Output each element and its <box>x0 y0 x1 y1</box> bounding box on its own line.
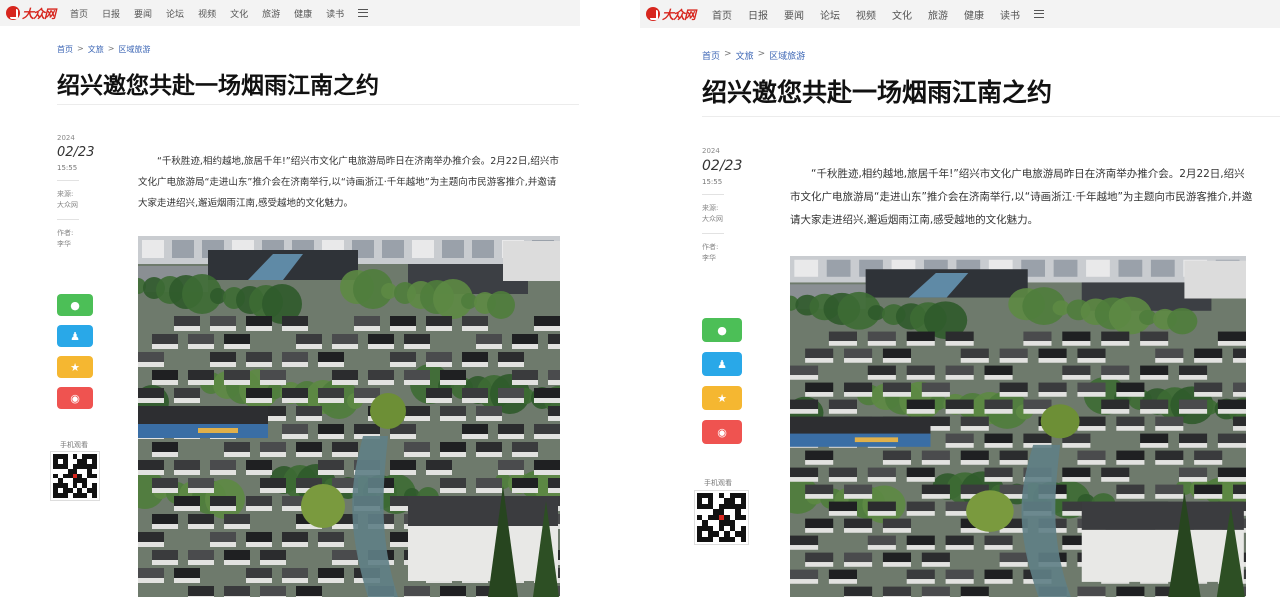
meta-divider <box>702 194 724 195</box>
page-title: 绍兴邀您共赴一场烟雨江南之约 <box>57 73 379 99</box>
shaoxing-aerial-photo <box>138 236 560 597</box>
favorite-button[interactable]: ★ <box>57 356 93 378</box>
favorite-button[interactable]: ★ <box>702 386 742 410</box>
qr-code <box>694 490 749 545</box>
breadcrumb-home[interactable]: 首页 <box>702 49 720 62</box>
screenshot-stage: 大众网 首页 日报 要闻 论坛 视频 文化 旅游 健康 读书 首页 > 文旅 >… <box>0 0 1280 597</box>
logo-text: 大众网 <box>662 7 696 22</box>
site-logo[interactable]: 大众网 <box>646 6 696 23</box>
breadcrumb-subsection[interactable]: 区域旅游 <box>769 49 805 62</box>
meta-divider <box>57 219 79 220</box>
share-weibo-button[interactable]: ◉ <box>702 420 742 444</box>
share-qq-button[interactable]: ♟ <box>702 352 742 376</box>
source-label: 来源: <box>702 204 719 212</box>
meta-divider <box>702 233 724 234</box>
logo-mark-icon <box>6 6 20 20</box>
nav-item-news[interactable]: 要闻 <box>784 7 804 22</box>
logo-mark-icon <box>646 7 660 21</box>
qr-code <box>50 451 100 501</box>
weibo-icon: ◉ <box>717 425 727 439</box>
nav-item-reading[interactable]: 读书 <box>1000 7 1020 22</box>
nav-item-forum[interactable]: 论坛 <box>166 7 184 20</box>
nav-item-home[interactable]: 首页 <box>712 7 732 22</box>
breadcrumb-section[interactable]: 文旅 <box>88 44 104 55</box>
weibo-icon: ◉ <box>70 391 80 405</box>
share-weibo-button[interactable]: ◉ <box>57 387 93 409</box>
author-name: 李华 <box>57 240 71 248</box>
shaoxing-aerial-photo <box>790 256 1246 597</box>
nav-item-video[interactable]: 视频 <box>856 7 876 22</box>
menu-icon[interactable] <box>1034 10 1044 18</box>
author-label: 作者: <box>702 243 719 251</box>
publish-date: 02/23 <box>57 145 95 160</box>
nav-item-culture[interactable]: 文化 <box>230 7 248 20</box>
share-wechat-button[interactable]: ● <box>702 318 742 342</box>
site-logo[interactable]: 大众网 <box>6 5 56 22</box>
article-paragraph: “千秋胜迹,相约越地,旅居千年!”绍兴市文化广电旅游局昨日在济南举办推介会。2月… <box>790 168 1253 226</box>
share-bar: ● ♟ ★ ◉ <box>57 294 93 409</box>
nav-item-video[interactable]: 视频 <box>198 7 216 20</box>
article-body: “千秋胜迹,相约越地,旅居千年!”绍兴市文化广电旅游局昨日在济南举办推介会。2月… <box>138 151 560 214</box>
article-meta: 2024 02/23 15:55 来源: 大众网 作者: 李华 <box>702 147 742 264</box>
publish-year: 2024 <box>57 134 75 142</box>
star-icon: ★ <box>717 391 727 405</box>
menu-icon[interactable] <box>358 9 369 17</box>
nav-item-health[interactable]: 健康 <box>964 7 984 22</box>
nav-item-daily[interactable]: 日报 <box>748 7 768 22</box>
publish-time: 15:55 <box>57 164 78 172</box>
publish-year: 2024 <box>702 147 720 155</box>
share-qq-button[interactable]: ♟ <box>57 325 93 347</box>
article-body: “千秋胜迹,相约越地,旅居千年!”绍兴市文化广电旅游局昨日在济南举办推介会。2月… <box>790 163 1255 232</box>
qq-icon: ♟ <box>70 329 80 343</box>
nav-items: 首页 日报 要闻 论坛 视频 文化 旅游 健康 读书 <box>56 7 369 20</box>
article-photo <box>138 236 560 597</box>
nav-item-travel[interactable]: 旅游 <box>928 7 948 22</box>
source-label: 来源: <box>57 190 74 198</box>
article-view-right: 大众网 首页 日报 要闻 论坛 视频 文化 旅游 健康 读书 首页 > 文旅 >… <box>640 0 1280 597</box>
breadcrumb-home[interactable]: 首页 <box>57 44 73 55</box>
page-title: 绍兴邀您共赴一场烟雨江南之约 <box>702 78 1053 107</box>
breadcrumb-separator-icon: > <box>757 49 766 59</box>
wechat-icon: ● <box>717 323 727 337</box>
nav-item-health[interactable]: 健康 <box>294 7 312 20</box>
source-name: 大众网 <box>57 201 78 209</box>
title-divider <box>702 116 1280 117</box>
nav-item-forum[interactable]: 论坛 <box>820 7 840 22</box>
article-paragraph: “千秋胜迹,相约越地,旅居千年!”绍兴市文化广电旅游局昨日在济南举办推介会。2月… <box>138 156 559 209</box>
nav-items: 首页 日报 要闻 论坛 视频 文化 旅游 健康 读书 <box>696 7 1044 22</box>
article-photo <box>790 256 1246 597</box>
top-navigation: 大众网 首页 日报 要闻 论坛 视频 文化 旅游 健康 读书 <box>640 0 1280 28</box>
breadcrumb-separator-icon: > <box>107 44 115 53</box>
qq-icon: ♟ <box>717 357 727 371</box>
breadcrumb-section[interactable]: 文旅 <box>736 49 754 62</box>
share-bar: ● ♟ ★ ◉ <box>702 318 742 444</box>
nav-item-news[interactable]: 要闻 <box>134 7 152 20</box>
author-label: 作者: <box>57 229 74 237</box>
breadcrumb-separator-icon: > <box>724 49 732 59</box>
top-navigation: 大众网 首页 日报 要闻 论坛 视频 文化 旅游 健康 读书 <box>0 0 580 26</box>
article-meta: 2024 02/23 15:55 来源: 大众网 作者: 李华 <box>57 134 97 250</box>
author-name: 李华 <box>702 254 716 262</box>
publish-date: 02/23 <box>702 158 743 174</box>
breadcrumb: 首页 > 文旅 > 区域旅游 <box>702 49 805 62</box>
qr-label: 手机观看 <box>704 479 732 487</box>
nav-item-home[interactable]: 首页 <box>70 7 88 20</box>
share-wechat-button[interactable]: ● <box>57 294 93 316</box>
star-icon: ★ <box>70 360 80 374</box>
breadcrumb: 首页 > 文旅 > 区域旅游 <box>57 44 150 55</box>
breadcrumb-separator-icon: > <box>77 44 84 53</box>
wechat-icon: ● <box>70 298 80 312</box>
nav-item-travel[interactable]: 旅游 <box>262 7 280 20</box>
nav-item-reading[interactable]: 读书 <box>326 7 344 20</box>
meta-divider <box>57 180 79 181</box>
qr-label: 手机观看 <box>60 441 88 449</box>
nav-item-culture[interactable]: 文化 <box>892 7 912 22</box>
article-view-left: 大众网 首页 日报 要闻 论坛 视频 文化 旅游 健康 读书 首页 > 文旅 >… <box>0 0 590 597</box>
breadcrumb-subsection[interactable]: 区域旅游 <box>118 44 150 55</box>
title-divider <box>57 104 579 105</box>
source-name: 大众网 <box>702 215 723 223</box>
publish-time: 15:55 <box>702 178 723 186</box>
nav-item-daily[interactable]: 日报 <box>102 7 120 20</box>
logo-text: 大众网 <box>22 6 56 21</box>
